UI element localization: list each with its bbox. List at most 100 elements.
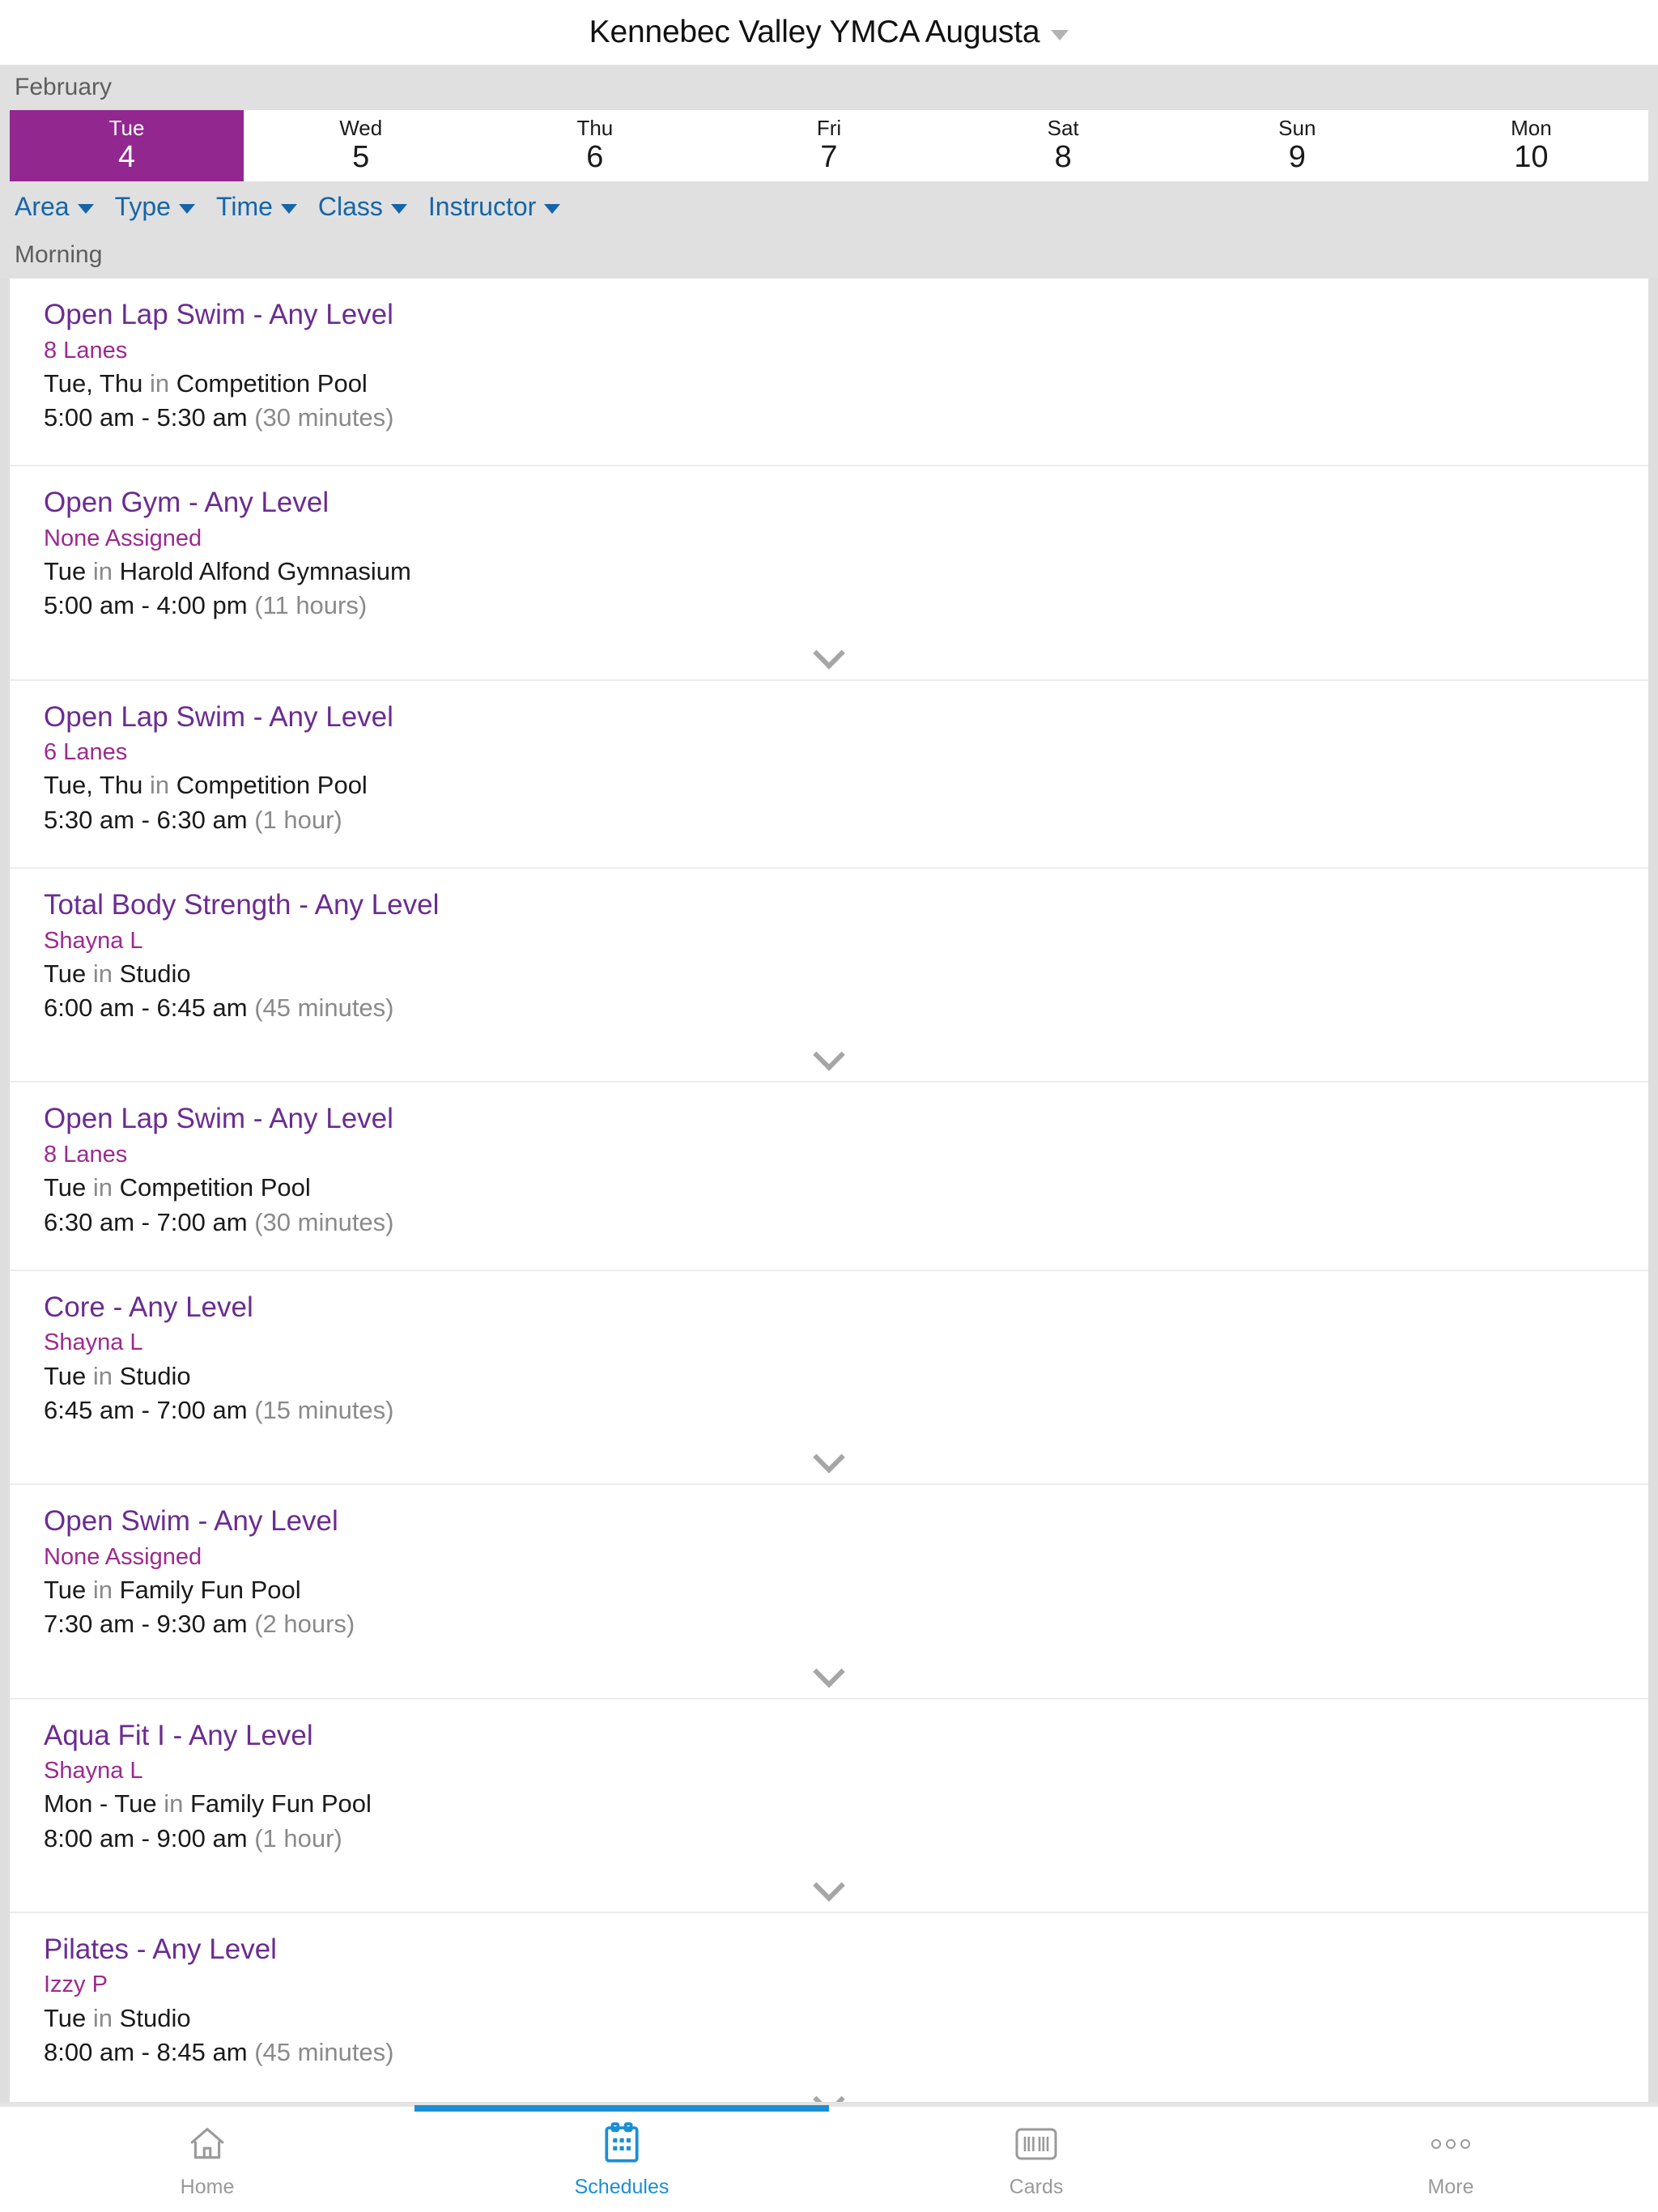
class-title: Open Swim - Any Level xyxy=(44,1505,338,1538)
day-cell-thu-6[interactable]: Thu 6 xyxy=(478,110,712,181)
day-number: 7 xyxy=(820,140,838,175)
filter-label: Instructor xyxy=(427,191,537,221)
class-card[interactable]: Aqua Fit I - Any Level Shayna L Mon - Tue … xyxy=(10,1699,1648,1912)
chevron-down-icon xyxy=(813,636,845,670)
class-duration: (45 minutes) xyxy=(254,2037,394,2066)
class-in-word: in xyxy=(92,1575,113,1604)
class-days: Tue, Thu xyxy=(44,771,143,800)
class-location: Tue in Studio xyxy=(44,958,1622,990)
class-in-word: in xyxy=(149,368,170,398)
tab-cards[interactable]: Cards xyxy=(829,2107,1244,2212)
day-selector-strip[interactable]: Tue 4 Wed 5 Thu 6 Fri 7 Sat 8 Sun 9 Mon 10 xyxy=(0,110,1658,181)
bottom-tab-bar[interactable]: Home Schedules Cards More xyxy=(0,2105,1658,2212)
section-header-morning: Morning xyxy=(0,232,1658,279)
class-card[interactable]: Core - Any Level Shayna L Tue in Studio 6:4… xyxy=(10,1270,1648,1484)
tab-more[interactable]: More xyxy=(1244,2107,1658,2212)
class-duration: (30 minutes) xyxy=(254,1207,394,1236)
day-cell-sun-9[interactable]: Sun 9 xyxy=(1180,110,1414,181)
filter-instructor[interactable]: Instructor xyxy=(427,191,561,222)
chevron-down-icon xyxy=(813,1655,845,1688)
day-cell-fri-7[interactable]: Fri 7 xyxy=(712,110,946,181)
chevron-down-icon xyxy=(813,1870,845,1902)
class-location: Mon - Tue in Family Fun Pool xyxy=(44,1788,1622,1820)
class-time: 6:00 am - 6:45 am (45 minutes) xyxy=(44,992,1622,1024)
class-time: 8:00 am - 9:00 am (1 hour) xyxy=(44,1823,1622,1855)
class-list: Open Lap Swim - Any Level 8 Lanes Tue, Thu… xyxy=(0,279,1658,2212)
tab-active-indicator xyxy=(414,2105,829,2112)
class-days: Tue xyxy=(44,1361,87,1390)
class-in-word: in xyxy=(92,1361,113,1390)
filter-type[interactable]: Type xyxy=(115,192,195,222)
location-selector[interactable]: Kennebec Valley YMCA Augusta xyxy=(589,15,1069,50)
day-name: Fri xyxy=(816,115,842,140)
chevron-down-icon[interactable] xyxy=(1051,29,1069,40)
class-room: Competition Pool xyxy=(176,368,368,398)
tab-home[interactable]: Home xyxy=(0,2107,414,2212)
class-card[interactable]: Open Swim - Any Level None Assigned Tue in… xyxy=(10,1485,1648,1698)
class-room: Family Fun Pool xyxy=(189,1789,372,1819)
class-card[interactable]: Open Lap Swim - Any Level 6 Lanes Tue, Thu… xyxy=(10,680,1648,868)
tab-label: Home xyxy=(180,2175,235,2198)
filter-class[interactable]: Class xyxy=(318,192,407,222)
class-time-range: 7:30 am - 9:30 am xyxy=(44,1610,248,1639)
class-card[interactable]: Open Gym - Any Level None Assigned Tue in … xyxy=(10,466,1648,679)
class-card-body: Aqua Fit I - Any Level Shayna L Mon - Tue … xyxy=(10,1699,1648,1871)
class-days: Tue, Thu xyxy=(44,368,143,398)
class-location: Tue in Family Fun Pool xyxy=(44,1574,1622,1606)
day-cell-wed-5[interactable]: Wed 5 xyxy=(244,110,478,181)
class-duration: (15 minutes) xyxy=(254,1395,394,1424)
day-number: 8 xyxy=(1054,140,1072,175)
class-card-body: Open Lap Swim - Any Level 8 Lanes Tue in C… xyxy=(10,1083,1648,1254)
class-time-range: 5:30 am - 6:30 am xyxy=(44,805,248,834)
expand-class-button[interactable] xyxy=(10,1441,1648,1484)
class-days: Tue xyxy=(44,557,87,586)
class-title: Open Gym - Any Level xyxy=(44,487,329,519)
class-card[interactable]: Open Lap Swim - Any Level 8 Lanes Tue in C… xyxy=(10,1083,1648,1270)
day-cell-sat-8[interactable]: Sat 8 xyxy=(946,110,1180,181)
class-days: Tue xyxy=(44,1173,87,1202)
class-card[interactable]: Open Lap Swim - Any Level 8 Lanes Tue, Thu… xyxy=(10,279,1648,466)
day-name: Sun xyxy=(1278,115,1316,140)
class-duration: (45 minutes) xyxy=(254,993,394,1023)
expand-class-button[interactable] xyxy=(10,636,1648,679)
filter-area[interactable]: Area xyxy=(15,192,94,222)
expand-class-button[interactable] xyxy=(10,1655,1648,1698)
day-name: Tue xyxy=(108,115,145,140)
class-days: Tue xyxy=(44,1575,87,1604)
class-instructor: 6 Lanes xyxy=(44,739,128,766)
day-number: 4 xyxy=(118,140,136,175)
class-card[interactable]: Total Body Strength - Any Level Shayna L T… xyxy=(10,869,1648,1082)
class-title: Core - Any Level xyxy=(44,1291,253,1323)
day-cell-mon-10[interactable]: Mon 10 xyxy=(1414,110,1648,181)
class-location: Tue in Studio xyxy=(44,2002,1622,2035)
month-bar: February xyxy=(0,65,1658,110)
month-label: February xyxy=(15,74,113,100)
day-number: 6 xyxy=(586,140,604,175)
class-card[interactable]: Pilates - Any Level Izzy P Tue in Studio 8:… xyxy=(10,1912,1648,2126)
tab-schedules[interactable]: Schedules xyxy=(414,2105,829,2212)
class-duration: (30 minutes) xyxy=(254,403,394,432)
class-card-body: Open Swim - Any Level None Assigned Tue in… xyxy=(10,1485,1648,1657)
expand-class-button[interactable] xyxy=(10,1039,1648,1082)
app-root: Kennebec Valley YMCA Augusta February Tu… xyxy=(0,0,1658,2212)
day-cell-tue-4[interactable]: Tue 4 xyxy=(10,110,244,181)
class-time-range: 8:00 am - 8:45 am xyxy=(44,2037,248,2066)
class-in-word: in xyxy=(92,959,113,988)
class-duration: (1 hour) xyxy=(254,1823,342,1853)
class-time: 5:30 am - 6:30 am (1 hour) xyxy=(44,804,1622,836)
class-card-body: Core - Any Level Shayna L Tue in Studio 6:4… xyxy=(10,1271,1648,1443)
class-in-word: in xyxy=(149,771,170,800)
class-time-range: 5:00 am - 4:00 pm xyxy=(44,591,248,620)
day-name: Mon xyxy=(1511,115,1552,140)
card-spacer xyxy=(10,1254,1648,1270)
barcode-card-icon xyxy=(1015,2121,1057,2167)
day-number: 5 xyxy=(352,140,370,175)
filter-time[interactable]: Time xyxy=(216,192,297,222)
chevron-down-icon xyxy=(178,203,195,214)
expand-class-button[interactable] xyxy=(10,1870,1648,1912)
class-title: Open Lap Swim - Any Level xyxy=(44,700,393,733)
class-location: Tue in Competition Pool xyxy=(44,1172,1622,1204)
class-time: 7:30 am - 9:30 am (2 hours) xyxy=(44,1608,1622,1640)
class-room: Competition Pool xyxy=(119,1173,311,1202)
class-time-range: 8:00 am - 9:00 am xyxy=(44,1823,248,1853)
